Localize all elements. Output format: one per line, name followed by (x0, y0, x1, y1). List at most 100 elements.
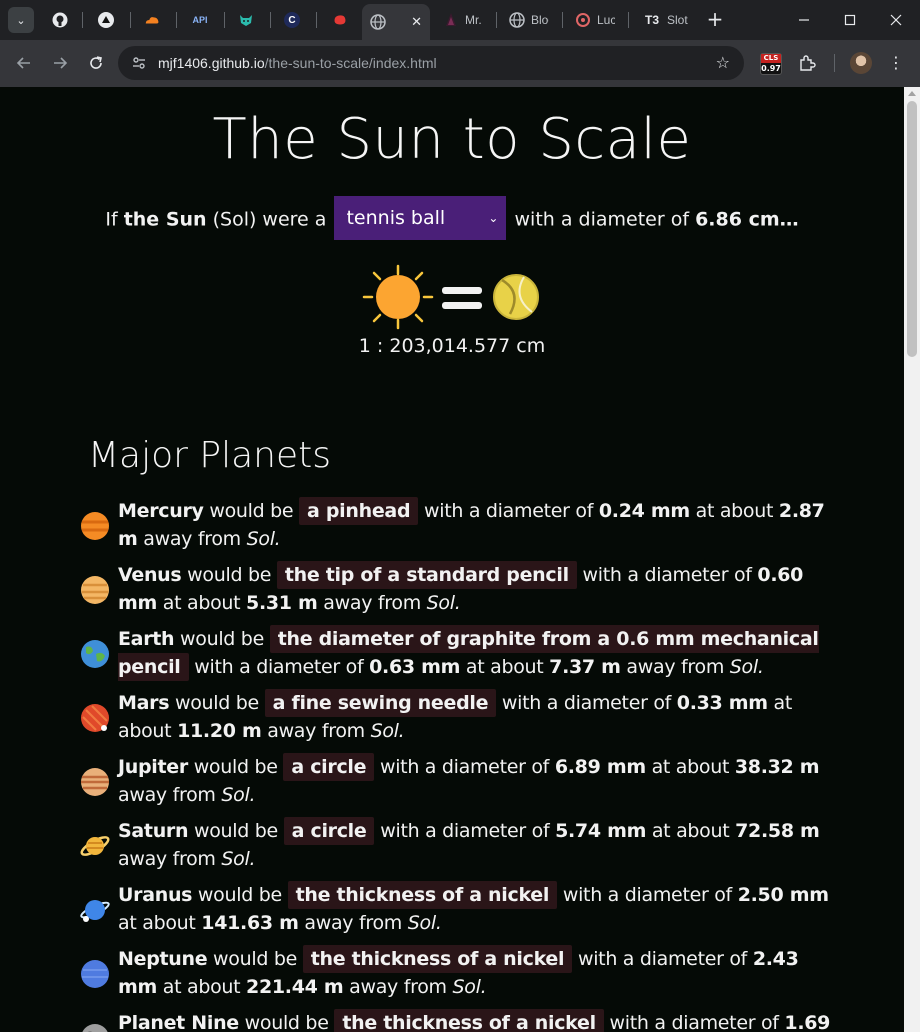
planet-distance: 72.58 m (735, 820, 820, 842)
planet-sentence: Jupiter would be a circle with a diamete… (118, 753, 838, 809)
tab-blog[interactable]: Blog (502, 4, 556, 36)
planet-sentence: Neptune would be the thickness of a nick… (118, 945, 838, 1001)
globe-icon (370, 14, 386, 30)
planet-sentence: Planet Nine would be the thickness of a … (118, 1009, 838, 1032)
github-icon (52, 12, 68, 28)
comparison-object: the tip of a standard pencil (276, 561, 577, 589)
close-window-icon[interactable] (884, 8, 908, 32)
comparison-object: a fine sewing needle (264, 689, 497, 717)
planet-name: Uranus (118, 884, 193, 906)
sun-icon (362, 264, 434, 330)
tab-mask[interactable] (230, 4, 262, 36)
planet-name: Saturn (118, 820, 189, 842)
tennis-ball-icon (493, 274, 539, 320)
site-settings-icon[interactable] (130, 54, 148, 72)
planet-nine-icon (82, 1024, 108, 1032)
scrollbar-thumb[interactable] (907, 101, 917, 357)
dark-logo-icon (446, 13, 456, 26)
saturn-icon (80, 836, 110, 856)
section-title-major-planets: Major Planets (88, 435, 331, 476)
tab-cloudflare[interactable] (136, 4, 168, 36)
red-logo-icon (334, 15, 346, 25)
scale-ratio: 1 : 203,014.577 cm (358, 335, 546, 357)
extensions-puzzle-icon[interactable] (796, 52, 818, 74)
chevron-down-icon: ⌄ (16, 13, 26, 27)
planet-distance: 141.63 m (201, 912, 299, 934)
planet-diameter: 5.74 mm (555, 820, 647, 842)
uranus-icon (80, 900, 110, 922)
planet-name: Mercury (118, 500, 204, 522)
jupiter-icon (81, 768, 109, 796)
scale-object-select[interactable]: tennis ball ⌄ (334, 196, 507, 240)
tab-label: Blog (531, 13, 549, 27)
tab-close-icon[interactable]: ✕ (411, 14, 422, 30)
planet-name: Venus (118, 564, 182, 586)
t3-icon: T3 (644, 13, 659, 27)
minimize-icon[interactable] (792, 8, 816, 32)
address-bar[interactable]: mjf1406.github.io/the-sun-to-scale/index… (118, 46, 744, 80)
page-scrollbar[interactable] (904, 87, 920, 1032)
planet-diameter: 0.33 mm (676, 692, 768, 714)
triangle-logo-icon (98, 12, 114, 28)
new-tab-button[interactable]: + (704, 8, 726, 32)
planet-name: Mars (118, 692, 170, 714)
planet-distance: 221.44 m (246, 976, 344, 998)
sun-scaled-diameter: 6.86 cm (695, 208, 780, 231)
tab-github[interactable] (44, 4, 76, 36)
bookmark-star-icon[interactable]: ☆ (716, 53, 730, 72)
planet-distance: 11.20 m (177, 720, 262, 742)
planet-name: Earth (118, 628, 175, 650)
planet-sentence: Venus would be the tip of a standard pen… (118, 561, 838, 617)
mask-icon (240, 15, 252, 26)
maximize-icon[interactable] (838, 8, 862, 32)
planet-name: Neptune (118, 948, 208, 970)
planet-sentence: Uranus would be the thickness of a nicke… (118, 881, 838, 937)
tab-lucid[interactable]: Luci (568, 4, 622, 36)
browser-toolbar: mjf1406.github.io/the-sun-to-scale/index… (0, 40, 920, 87)
sun-equals-ball-graphic (362, 264, 539, 330)
scroll-up-arrow-icon[interactable] (908, 91, 916, 96)
tab-api[interactable]: API (184, 4, 216, 36)
planet-diameter: 0.63 mm (369, 656, 461, 678)
tab-mr[interactable]: Mr. (436, 4, 490, 36)
profile-avatar[interactable] (850, 52, 872, 74)
earth-icon (81, 640, 109, 668)
mercury-icon (81, 512, 109, 540)
mars-icon (81, 704, 109, 732)
tab-slot[interactable]: T3 Slot (636, 4, 696, 36)
tab-search-button[interactable]: ⌄ (8, 7, 34, 33)
c-logo-icon: C (284, 12, 300, 28)
planet-diameter: 6.89 mm (554, 756, 646, 778)
url-text[interactable]: mjf1406.github.io/the-sun-to-scale/index… (158, 55, 437, 71)
tab-active-sun-to-scale[interactable]: ✕ (362, 4, 430, 40)
planet-sentence: Earth would be the diameter of graphite … (118, 625, 838, 681)
forward-arrow-icon[interactable] (48, 51, 72, 75)
tab-c[interactable]: C (276, 4, 308, 36)
page-content: The Sun to Scale If the Sun (Sol) were a… (0, 87, 904, 1032)
tab-bar: ⌄ API C ✕ Mr. Blog Luci T3 (0, 0, 920, 40)
api-icon: API (192, 15, 208, 25)
globe-icon (509, 12, 525, 28)
tab-triangle[interactable] (90, 4, 122, 36)
tab-label: Mr. (465, 13, 482, 27)
planet-sentence: Mercury would be a pinhead with a diamet… (118, 497, 838, 553)
planet-name: Jupiter (118, 756, 188, 778)
comparison-object: the thickness of a nickel (302, 945, 573, 973)
chevron-down-icon: ⌄ (488, 211, 499, 225)
comparison-object: a pinhead (299, 497, 419, 525)
back-arrow-icon[interactable] (12, 51, 36, 75)
planet-name: Planet Nine (118, 1012, 239, 1032)
reload-icon[interactable] (84, 51, 108, 75)
browser-menu-icon[interactable]: ⋮ (886, 52, 906, 74)
comparison-object: a circle (283, 817, 375, 845)
cls-extension-icon[interactable]: CLS 0.97 (760, 53, 782, 75)
intro-sentence: If the Sun (Sol) were a tennis ball ⌄ wit… (0, 196, 904, 240)
tab-red[interactable] (324, 4, 356, 36)
planet-diameter: 0.24 mm (598, 500, 690, 522)
planet-sentence: Saturn would be a circle with a diameter… (118, 817, 838, 873)
planet-distance: 7.37 m (549, 656, 621, 678)
planet-sentence: Mars would be a fine sewing needle with … (118, 689, 838, 745)
tab-label: Luci (597, 13, 615, 27)
planet-diameter: 2.50 mm (737, 884, 829, 906)
planet-distance: 5.31 m (246, 592, 318, 614)
